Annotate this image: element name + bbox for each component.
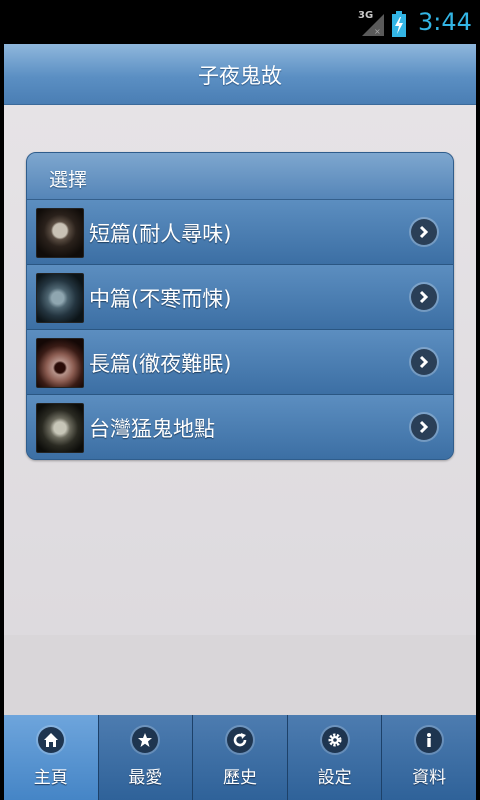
info-icon [416,727,443,753]
tab-label: 資料 [412,768,447,788]
list-item-label: 長篇(徹夜難眠) [89,352,232,376]
list-heading-label: 選擇 [49,169,88,191]
ghost-thumbnail [36,338,84,388]
tab-history[interactable]: 歷史 [192,715,287,800]
content-lower-area [4,635,476,715]
list-item-label: 台灣猛鬼地點 [89,417,215,441]
app-header: 子夜鬼故 [4,44,476,105]
battery-icon [392,11,406,37]
tab-label: 最愛 [128,768,163,788]
chevron-right-icon [411,414,437,440]
list-item-short-stories[interactable]: 短篇(耐人尋味) [27,200,453,265]
list-heading: 選擇 [27,153,453,200]
tab-info[interactable]: 資料 [381,715,476,800]
list-item-long-stories[interactable]: 長篇(徹夜難眠) [27,330,453,395]
list-item-label: 短篇(耐人尋味) [89,222,232,246]
refresh-icon [226,727,253,753]
chevron-right-icon [411,349,437,375]
status-bar: 3G × 3:44 [0,0,480,44]
chevron-right-icon [411,219,437,245]
home-icon [37,727,64,753]
page-title: 子夜鬼故 [198,64,282,88]
ghost-thumbnail [36,208,84,258]
star-icon [132,727,159,753]
gear-icon [321,727,348,753]
bottom-tab-bar: 主頁 最愛 歷史 設定 資料 [4,715,476,800]
chevron-right-icon [411,284,437,310]
list-item-label: 中篇(不寒而悚) [89,287,232,311]
list-item-haunted-places[interactable]: 台灣猛鬼地點 [27,395,453,459]
tab-label: 設定 [317,768,352,788]
tab-settings[interactable]: 設定 [286,715,382,800]
svg-text:×: × [374,27,381,36]
tab-home[interactable]: 主頁 [4,715,98,800]
clock: 3:44 [418,8,472,36]
ghost-thumbnail [36,403,84,453]
signal-icon: 3G × [358,10,384,36]
ghost-thumbnail [36,273,84,323]
tab-label: 歷史 [222,768,257,788]
tab-label: 主頁 [33,768,68,788]
story-category-list: 選擇 短篇(耐人尋味) 中篇(不寒而悚) 長篇(徹夜難眠) 台灣猛鬼地點 [26,152,454,460]
tab-favorites[interactable]: 最愛 [97,715,193,800]
list-item-medium-stories[interactable]: 中篇(不寒而悚) [27,265,453,330]
